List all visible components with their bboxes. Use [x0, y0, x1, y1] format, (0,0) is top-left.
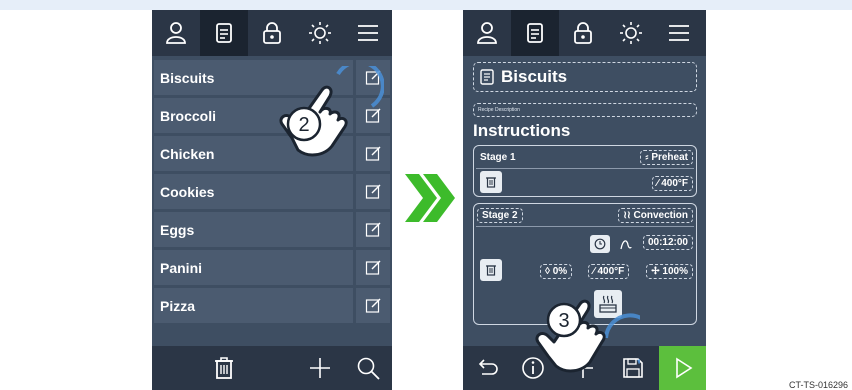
stage-mode: Convection	[633, 210, 688, 221]
top-nav	[152, 10, 392, 56]
search-button[interactable]	[348, 346, 388, 390]
humidity-pill[interactable]: ◊ 0%	[540, 264, 573, 279]
tap-hand-step-2-icon: 2	[279, 66, 384, 157]
back-button[interactable]	[467, 346, 507, 390]
sun-icon	[309, 22, 331, 44]
nav-lock[interactable]	[248, 10, 296, 56]
edit-icon	[365, 260, 380, 275]
humidity-value: 0%	[552, 266, 568, 277]
add-button[interactable]	[300, 346, 340, 390]
temperature-value: 400°F	[597, 266, 625, 277]
stage-1-card[interactable]: Stage 1 ⸗ Preheat ∕ 400°F	[473, 145, 697, 197]
recipe-name[interactable]: Panini	[154, 250, 353, 285]
trash-icon	[486, 265, 496, 276]
recipe-book-icon	[527, 23, 543, 43]
divider	[476, 226, 694, 227]
recipe-name[interactable]: Pizza	[154, 288, 353, 323]
droplet-icon: ◊	[545, 266, 553, 277]
delete-stage-button[interactable]	[480, 171, 502, 193]
recipe-description-field[interactable]: Recipe Description	[473, 103, 697, 117]
nav-menu[interactable]	[344, 10, 392, 56]
step-number: 3	[558, 310, 569, 332]
edit-icon	[365, 222, 380, 237]
nav-recipes[interactable]	[511, 10, 559, 56]
probe-icon[interactable]	[619, 237, 633, 251]
top-strip	[0, 0, 852, 10]
edit-icon	[365, 184, 380, 199]
timer-button[interactable]	[590, 235, 610, 253]
trash-icon	[486, 177, 496, 188]
nav-brightness[interactable]	[607, 10, 655, 56]
recipe-name[interactable]: Eggs	[154, 212, 353, 247]
recipe-book-icon	[480, 69, 494, 85]
convection-icon: ≀≀	[623, 210, 634, 221]
top-nav	[463, 10, 706, 56]
time-pill[interactable]: 00:12:00	[642, 235, 693, 250]
recipe-row[interactable]: Eggs	[154, 212, 390, 247]
recipe-name[interactable]: Cookies	[154, 174, 353, 209]
fan-pill[interactable]: ✢ 100%	[646, 264, 693, 279]
edit-button[interactable]	[356, 288, 390, 323]
search-icon	[357, 357, 380, 380]
plus-icon	[310, 358, 330, 378]
stage-name: Stage 1	[480, 152, 516, 163]
clock-icon	[594, 238, 606, 250]
temperature-pill[interactable]: ∕ 400°F	[651, 176, 693, 191]
recipe-row[interactable]: Cookies	[154, 174, 390, 209]
fan-icon: ✢	[651, 266, 663, 277]
figure-caption: CT-TS-016296	[788, 380, 848, 390]
nav-user[interactable]	[463, 10, 511, 56]
edit-button[interactable]	[356, 250, 390, 285]
recipe-title-field[interactable]: Biscuits	[473, 62, 697, 92]
preheat-mode-pill[interactable]: ⸗ Preheat	[640, 150, 693, 165]
bottom-toolbar	[152, 346, 392, 390]
user-icon	[477, 22, 497, 44]
menu-icon	[669, 25, 689, 41]
next-step-arrow-icon	[405, 174, 455, 222]
divider	[476, 168, 694, 169]
stage-name: Stage 2	[477, 208, 523, 223]
menu-icon	[358, 25, 378, 41]
nav-user[interactable]	[152, 10, 200, 56]
lock-icon	[263, 22, 281, 44]
delete-stage-button[interactable]	[480, 259, 502, 281]
edit-icon	[365, 298, 380, 313]
recipe-title: Biscuits	[501, 67, 568, 86]
convection-mode-pill[interactable]: ≀≀ Convection	[618, 208, 693, 223]
fan-value: 100%	[662, 266, 688, 277]
start-button[interactable]	[659, 346, 706, 390]
edit-button[interactable]	[356, 212, 390, 247]
recipe-row[interactable]: Pizza	[154, 288, 390, 323]
delete-button[interactable]	[200, 346, 248, 390]
recipe-row[interactable]: Panini	[154, 250, 390, 285]
stage-mode: Preheat	[651, 152, 688, 163]
sun-icon	[620, 22, 642, 44]
temperature-pill[interactable]: ∕ 400°F	[588, 264, 630, 279]
nav-brightness[interactable]	[296, 10, 344, 56]
instructions-heading: Instructions	[473, 121, 571, 140]
temperature-value: 400°F	[661, 178, 688, 189]
user-icon	[166, 22, 186, 44]
recipe-book-icon	[216, 23, 232, 43]
lock-icon	[574, 22, 592, 44]
edit-button[interactable]	[356, 174, 390, 209]
play-icon	[675, 357, 692, 379]
nav-recipes[interactable]	[200, 10, 248, 56]
back-icon	[478, 359, 498, 375]
nav-lock[interactable]	[559, 10, 607, 56]
nav-menu[interactable]	[655, 10, 703, 56]
step-number: 2	[298, 114, 309, 136]
tap-hand-step-3-icon: 3	[535, 299, 640, 373]
trash-icon	[215, 357, 233, 379]
